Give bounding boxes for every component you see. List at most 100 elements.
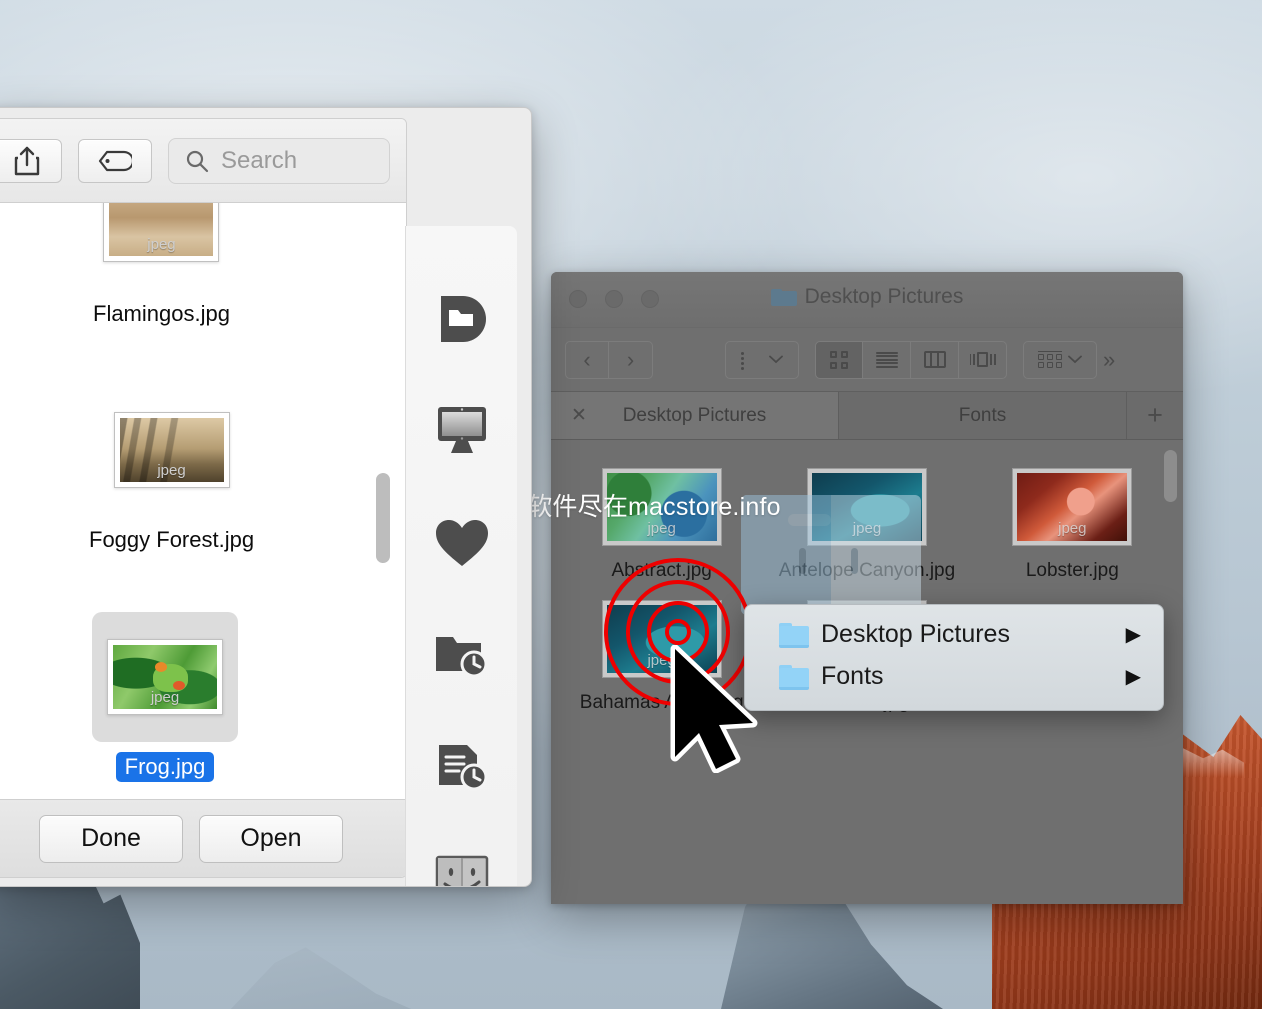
- finder-face-eye-right: [850, 547, 858, 574]
- thumbnail-art: jpeg: [1017, 473, 1128, 541]
- file-label: Foggy Forest.jpg: [89, 527, 255, 552]
- search-field[interactable]: Search: [168, 137, 390, 184]
- recent-folders-icon[interactable]: [431, 624, 493, 686]
- file-label: Frog.jpg: [115, 752, 215, 782]
- frog-marking: [154, 661, 168, 672]
- folder-clock-glyph: [435, 637, 487, 678]
- file-thumbnail[interactable]: jpeg: [113, 412, 230, 488]
- coverflow-icon: [969, 351, 996, 368]
- search-input[interactable]: Search: [221, 147, 297, 175]
- open-panel-inner[interactable]: Search jpeg Flamingos.jpg jpeg Foggy For…: [0, 118, 407, 878]
- new-tab-button[interactable]: +: [1127, 392, 1183, 439]
- distant-peak: [230, 947, 412, 1009]
- thumbnail-container[interactable]: jpeg: [99, 385, 245, 515]
- tab-label: Fonts: [958, 404, 1007, 426]
- file-thumbnail[interactable]: jpeg: [1012, 468, 1133, 546]
- grid-icon: [830, 350, 848, 369]
- tab-desktop-pictures[interactable]: ✕ Desktop Pictures: [551, 392, 839, 439]
- icon-view-button[interactable]: [815, 340, 863, 379]
- thumbnail-container[interactable]: jpeg: [88, 203, 234, 289]
- submenu-arrow-icon[interactable]: ▶: [1126, 664, 1141, 689]
- finder-file-item[interactable]: jpeg Bahamas Aerial.jpg: [559, 600, 764, 714]
- open-panel-file-list[interactable]: jpeg Flamingos.jpg jpeg Foggy Forest.jpg: [0, 203, 406, 877]
- format-badge: jpeg: [157, 462, 186, 479]
- finder-window-title: Desktop Pictures: [551, 285, 1183, 309]
- panel-file-item[interactable]: jpeg Flamingos.jpg: [84, 203, 239, 329]
- toolbar-overflow-button[interactable]: »: [1097, 347, 1121, 373]
- display-glyph: [437, 407, 486, 453]
- dropbox-glyph: [440, 296, 486, 342]
- done-button[interactable]: Done: [39, 814, 183, 863]
- finder-title-text: Desktop Pictures: [804, 285, 964, 308]
- submenu-arrow-icon[interactable]: ▶: [1126, 622, 1141, 647]
- panel-file-item[interactable]: jpeg Foggy Forest.jpg: [80, 385, 263, 555]
- file-label: Lobster.jpg: [1025, 560, 1119, 581]
- close-icon[interactable]: ✕: [571, 404, 587, 427]
- heart-favorites-icon[interactable]: [431, 512, 493, 574]
- chevron-right-icon: ›: [626, 346, 635, 372]
- finder-face-icon[interactable]: [431, 848, 493, 886]
- thumbnail-art: jpeg: [113, 645, 217, 709]
- finder-file-item[interactable]: jpeg Abstract.jpg: [559, 468, 764, 582]
- arrange-list-icon: [741, 351, 763, 370]
- share-icon: [14, 146, 40, 175]
- list-rows-icon: [875, 351, 898, 368]
- finder-glyph: [435, 855, 488, 886]
- finder-face-brow: [787, 514, 831, 527]
- action-menu-button[interactable]: [1023, 340, 1097, 379]
- desktop-display-icon[interactable]: [431, 400, 493, 462]
- arrange-button[interactable]: [725, 340, 799, 379]
- columns-icon: [923, 351, 946, 368]
- thumbnail-art: jpeg: [109, 203, 214, 256]
- panel-file-item[interactable]: jpeg Frog.jpg: [92, 612, 238, 782]
- list-view-button[interactable]: [863, 340, 911, 379]
- open-panel-footer[interactable]: Done Open: [0, 799, 406, 877]
- folder-icon: [770, 287, 797, 307]
- format-badge: jpeg: [1058, 520, 1087, 537]
- panel-scrollbar[interactable]: [376, 473, 390, 563]
- context-menu[interactable]: Desktop Pictures ▶ Fonts ▶: [744, 604, 1164, 711]
- tab-fonts[interactable]: Fonts: [839, 392, 1127, 439]
- heart-glyph: [435, 520, 488, 566]
- coverflow-view-button[interactable]: [959, 340, 1007, 379]
- finder-tab-bar[interactable]: ✕ Desktop Pictures Fonts +: [551, 392, 1183, 440]
- file-thumbnail[interactable]: jpeg: [601, 600, 722, 678]
- action-grid-icon: [1038, 350, 1062, 369]
- folder-icon: [779, 664, 809, 690]
- file-label: Abstract.jpg: [611, 560, 712, 581]
- open-panel-toolbar[interactable]: Search: [0, 119, 406, 203]
- file-thumbnail[interactable]: jpeg: [103, 203, 220, 262]
- chevron-left-icon: ‹: [583, 346, 591, 372]
- tab-label: Desktop Pictures: [622, 404, 767, 426]
- file-thumbnail[interactable]: jpeg: [107, 639, 223, 715]
- shortcut-icon-strip[interactable]: [405, 226, 517, 886]
- document-clock-glyph: [438, 745, 487, 791]
- finder-titlebar[interactable]: Desktop Pictures: [551, 272, 1183, 328]
- open-file-panel[interactable]: Search jpeg Flamingos.jpg jpeg Foggy For…: [0, 107, 532, 887]
- column-view-button[interactable]: [911, 340, 959, 379]
- tag-icon: [98, 150, 132, 171]
- open-button[interactable]: Open: [199, 814, 343, 863]
- finder-file-item[interactable]: jpeg Lobster.jpg: [970, 468, 1175, 582]
- context-menu-item-label: Desktop Pictures: [821, 619, 1010, 648]
- context-menu-item-label: Fonts: [821, 661, 884, 690]
- context-menu-item-desktop-pictures[interactable]: Desktop Pictures ▶: [745, 613, 1163, 655]
- context-menu-item-fonts[interactable]: Fonts ▶: [745, 655, 1163, 697]
- format-badge: jpeg: [647, 652, 676, 669]
- recent-documents-icon[interactable]: [431, 736, 493, 798]
- forward-button[interactable]: ›: [609, 340, 653, 379]
- format-badge: jpeg: [147, 236, 176, 253]
- back-button[interactable]: ‹: [565, 340, 609, 379]
- format-badge: jpeg: [150, 689, 180, 706]
- dropbox-icon[interactable]: [431, 288, 493, 350]
- search-icon: [186, 150, 209, 172]
- share-button[interactable]: [0, 138, 62, 183]
- thumbnail-container[interactable]: jpeg: [92, 612, 238, 742]
- chevron-down-icon: [769, 355, 783, 364]
- file-label: Flamingos.jpg: [93, 301, 230, 326]
- tag-button[interactable]: [78, 138, 152, 183]
- thumbnail-art: jpeg: [606, 605, 717, 673]
- view-mode-group[interactable]: [815, 340, 1007, 379]
- finder-face-eye-left: [798, 547, 806, 574]
- finder-toolbar[interactable]: ‹ › »: [551, 328, 1183, 392]
